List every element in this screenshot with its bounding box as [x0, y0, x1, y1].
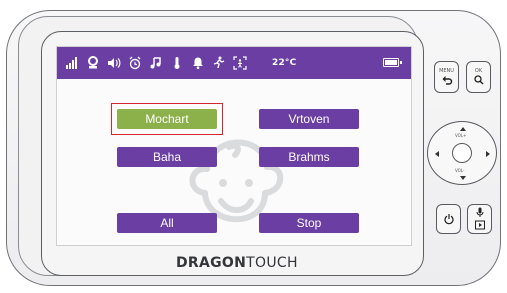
volume-icon: [107, 56, 121, 70]
music-icon: [149, 56, 163, 70]
play-all-button[interactable]: All: [117, 213, 217, 233]
vol-down-label: VOL-: [455, 168, 465, 173]
device-canvas: 22°C Mochart Vrtoven Baha Brahms All Sto…: [0, 0, 507, 293]
status-bar: 22°C: [57, 47, 411, 79]
vol-up-label: VOL+: [455, 133, 467, 138]
down-arrow-icon[interactable]: [460, 176, 466, 180]
video-icon: [474, 220, 485, 230]
back-arrow-icon: [442, 76, 452, 85]
ok-search-button[interactable]: OK: [466, 61, 491, 93]
up-arrow-icon[interactable]: [460, 127, 466, 131]
brand-logo: DRAGON TOUCH: [176, 253, 306, 273]
power-icon: [443, 214, 454, 225]
camera-icon: [86, 56, 100, 70]
song-button-baha[interactable]: Baha: [117, 147, 217, 167]
zoom-icon: [233, 56, 247, 70]
battery-full-icon: [383, 58, 402, 67]
bell-icon: [191, 56, 205, 70]
talk-video-button[interactable]: [467, 204, 492, 234]
stop-button[interactable]: Stop: [259, 213, 359, 233]
thermometer-icon: [170, 56, 184, 70]
left-arrow-icon[interactable]: [435, 151, 439, 157]
signal-icon: [65, 56, 79, 70]
dpad-center-button[interactable]: [452, 143, 472, 163]
song-button-brahms[interactable]: Brahms: [259, 147, 359, 167]
power-button[interactable]: [436, 204, 461, 234]
navigation-dpad[interactable]: VOL+ VOL-: [427, 121, 497, 185]
lcd-screen: 22°C Mochart Vrtoven Baha Brahms All Sto…: [56, 46, 412, 246]
brand-logo-part2: TOUCH: [246, 255, 298, 271]
brand-logo-part1: DRAGON: [176, 255, 247, 271]
song-button-vrtoven[interactable]: Vrtoven: [259, 109, 359, 129]
search-icon: [473, 75, 483, 85]
alarm-icon: [128, 56, 142, 70]
right-arrow-icon[interactable]: [486, 151, 490, 157]
microphone-icon: [476, 207, 483, 217]
temperature-readout: 22°C: [272, 58, 297, 68]
song-button-mochart[interactable]: Mochart: [117, 109, 217, 129]
vox-icon: [212, 56, 226, 70]
menu-back-button[interactable]: MENU: [434, 61, 459, 93]
